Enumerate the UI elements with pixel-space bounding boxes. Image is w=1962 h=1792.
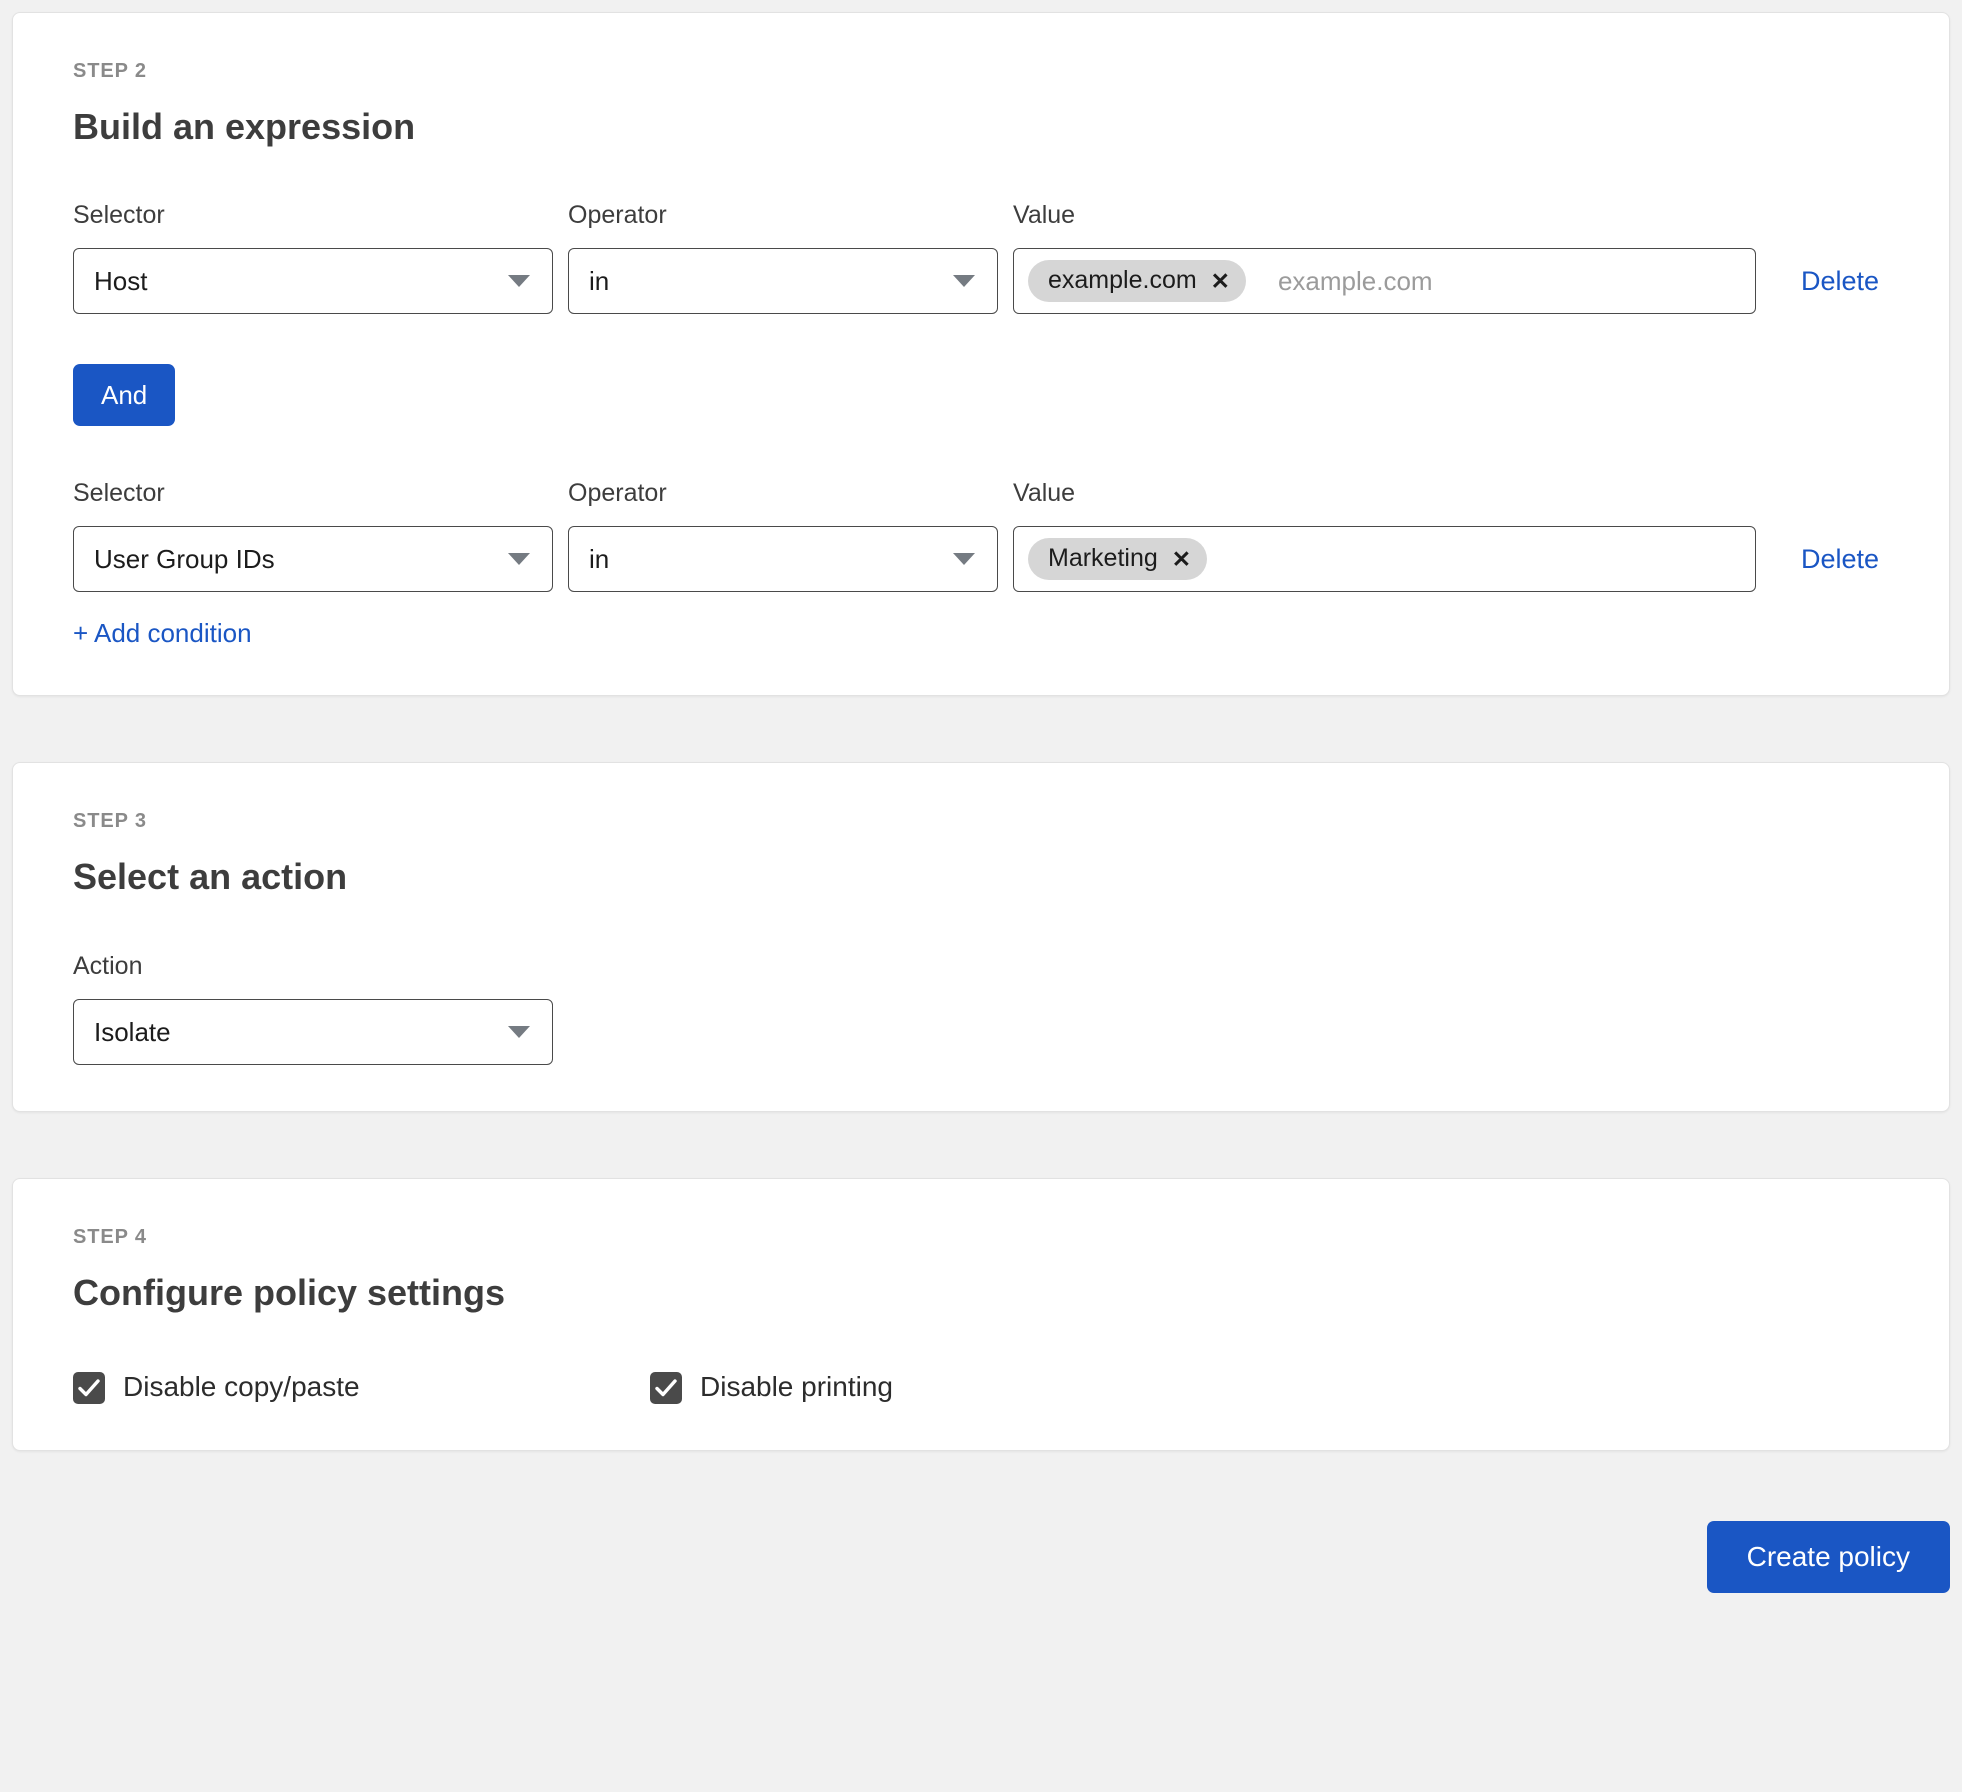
check-icon — [655, 1379, 677, 1396]
close-icon[interactable]: ✕ — [1172, 547, 1191, 571]
setting-label-disable-printing: Disable printing — [700, 1371, 893, 1403]
operator-field-1: Operator in — [568, 200, 998, 315]
setting-disable-printing[interactable]: Disable printing — [650, 1372, 893, 1404]
operator-value-2: in — [589, 544, 610, 575]
step-4-card: STEP 4 Configure policy settings Disable… — [12, 1177, 1950, 1451]
checkbox-disable-printing[interactable] — [650, 1371, 682, 1404]
setting-disable-copy-paste[interactable]: Disable copy/paste — [73, 1372, 650, 1404]
action-label: Action — [73, 951, 143, 980]
chevron-down-icon — [508, 275, 530, 288]
tag-chip-label: example.com — [1048, 266, 1197, 295]
selector-label-2: Selector — [73, 479, 165, 508]
and-conjunction-button[interactable]: And — [73, 364, 176, 427]
delete-condition-1-button[interactable]: Delete — [1801, 268, 1879, 314]
step-3-card: STEP 3 Select an action Action Isolate — [12, 762, 1950, 1112]
checkbox-disable-copy-paste[interactable] — [73, 1371, 105, 1404]
step-2-card: STEP 2 Build an expression Selector Host… — [12, 12, 1950, 697]
value-input-placeholder-1[interactable]: example.com — [1254, 268, 1741, 294]
tag-chip-label: Marketing — [1048, 544, 1158, 573]
tag-chip[interactable]: example.com ✕ — [1028, 260, 1246, 302]
step-2-label: STEP 2 — [73, 60, 147, 82]
condition-row-1: Selector Host Operator in Value example.… — [73, 200, 1889, 315]
selector-value-1: Host — [94, 266, 148, 297]
tag-chip[interactable]: Marketing ✕ — [1028, 538, 1208, 580]
check-icon — [78, 1379, 100, 1396]
action-field: Action Isolate — [73, 951, 553, 1065]
selector-label-1: Selector — [73, 201, 165, 230]
step-3-label: STEP 3 — [73, 810, 147, 833]
step-3-title: Select an action — [73, 856, 348, 898]
value-field-2: Value Marketing ✕ — [1013, 478, 1756, 593]
step-4-label: STEP 4 — [73, 1225, 147, 1248]
delete-condition-2-button[interactable]: Delete — [1801, 546, 1879, 592]
selector-field-1: Selector Host — [73, 200, 553, 315]
policy-builder-page: STEP 2 Build an expression Selector Host… — [0, 0, 1962, 1792]
operator-label-2: Operator — [568, 479, 667, 508]
operator-dropdown-1[interactable]: in — [568, 248, 998, 315]
create-policy-button[interactable]: Create policy — [1706, 1520, 1950, 1593]
step-2-title: Build an expression — [73, 106, 416, 147]
operator-field-2: Operator in — [568, 478, 998, 593]
add-condition-link[interactable]: + Add condition — [73, 618, 252, 649]
action-value: Isolate — [94, 1016, 171, 1047]
selector-field-2: Selector User Group IDs — [73, 478, 553, 593]
selector-value-2: User Group IDs — [94, 544, 275, 575]
chevron-down-icon — [953, 553, 975, 566]
selector-dropdown-2[interactable]: User Group IDs — [73, 526, 553, 593]
operator-label-1: Operator — [568, 201, 667, 230]
action-dropdown[interactable]: Isolate — [73, 998, 553, 1065]
chevron-down-icon — [508, 1025, 530, 1038]
selector-dropdown-1[interactable]: Host — [73, 248, 553, 315]
value-tag-input-1[interactable]: example.com ✕ example.com — [1013, 248, 1756, 315]
close-icon[interactable]: ✕ — [1211, 269, 1230, 293]
operator-dropdown-2[interactable]: in — [568, 526, 998, 593]
condition-row-2: Selector User Group IDs Operator in Valu… — [73, 478, 1889, 593]
chevron-down-icon — [508, 553, 530, 566]
value-label-1: Value — [1013, 201, 1076, 230]
chevron-down-icon — [953, 275, 975, 288]
form-footer: Create policy — [12, 1451, 1950, 1593]
operator-value-1: in — [589, 266, 610, 297]
value-label-2: Value — [1013, 479, 1076, 508]
policy-settings-row: Disable copy/paste Disable printing — [73, 1372, 1889, 1404]
value-field-1: Value example.com ✕ example.com — [1013, 200, 1756, 315]
setting-label-disable-copy-paste: Disable copy/paste — [123, 1371, 360, 1403]
value-tag-input-2[interactable]: Marketing ✕ — [1013, 526, 1756, 593]
step-4-title: Configure policy settings — [73, 1271, 506, 1313]
